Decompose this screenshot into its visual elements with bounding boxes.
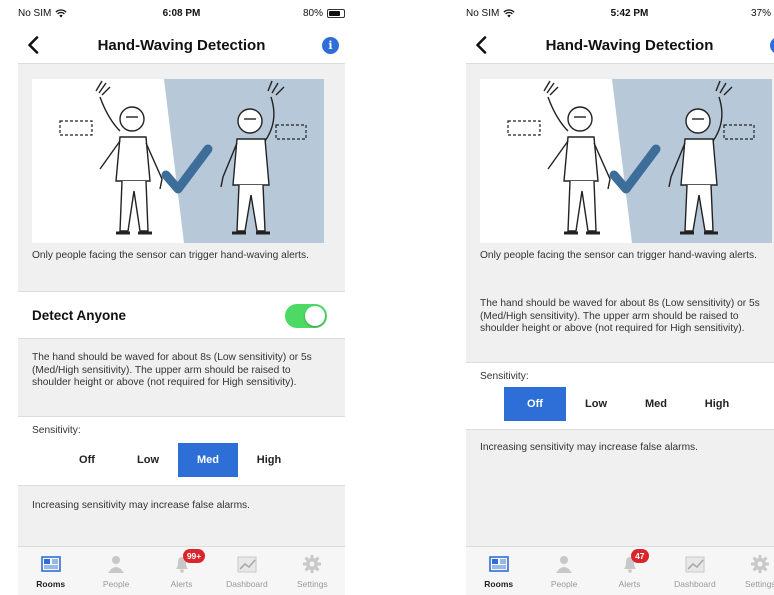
tab-label: Dashboard (674, 579, 716, 589)
sensitivity-section: Sensitivity: Off Low Med High (466, 363, 774, 429)
divider (18, 338, 345, 339)
navigation-bar: Hand-Waving Detection i (18, 27, 345, 63)
tab-alerts[interactable]: 47 Alerts (597, 547, 662, 595)
sensitivity-option-low[interactable]: Low (118, 443, 178, 477)
phone-screen-left: No SIM 6:08 PM 80% Hand-Waving Detection… (18, 0, 345, 595)
hand-wave-instructions: The hand should be waved for about 8s (L… (480, 298, 760, 334)
hand-waving-illustration (480, 79, 772, 243)
tab-alerts[interactable]: 99+ Alerts (149, 547, 214, 595)
chevron-left-icon (476, 36, 487, 54)
settings-content: Only people facing the sensor can trigge… (18, 63, 345, 546)
tab-dashboard[interactable]: Dashboard (662, 547, 727, 595)
chevron-left-icon (28, 36, 39, 54)
illustration-graphic (507, 79, 772, 243)
sensitivity-label: Sensitivity: (32, 425, 81, 436)
tab-rooms[interactable]: Rooms (466, 547, 531, 595)
hand-waving-illustration (32, 79, 324, 243)
tab-bar: Rooms People 99+ Alerts Dashboard Settin… (18, 546, 345, 595)
gear-icon (303, 555, 322, 573)
detect-anyone-row: Detect Anyone (18, 292, 345, 338)
back-button[interactable] (468, 31, 494, 59)
battery-icon (327, 9, 345, 18)
person-waving-left (95, 80, 163, 235)
tab-label: Alerts (618, 579, 641, 589)
sensitivity-option-off[interactable]: Off (504, 387, 566, 421)
tab-label: Rooms (36, 579, 66, 589)
tab-label: Dashboard (226, 579, 268, 589)
sensitivity-option-med[interactable]: Med (178, 443, 238, 477)
rooms-icon (40, 556, 61, 572)
clock: 6:08 PM (162, 8, 201, 19)
tab-people[interactable]: People (531, 547, 596, 595)
false-alarm-warning: Increasing sensitivity may increase fals… (480, 442, 698, 453)
settings-content: Only people facing the sensor can trigge… (466, 63, 774, 546)
tab-dashboard[interactable]: Dashboard (214, 547, 279, 595)
tab-label: Settings (744, 579, 774, 589)
sensitivity-option-off[interactable]: Off (56, 443, 118, 477)
sensitivity-option-high[interactable]: High (238, 443, 300, 477)
info-button[interactable]: i (322, 37, 339, 54)
tab-bar: Rooms People 47 Alerts Dashboard Setting… (466, 546, 774, 595)
tab-settings[interactable]: Settings (280, 547, 345, 595)
page-title: Hand-Waving Detection (545, 37, 714, 54)
chart-icon (237, 556, 257, 573)
status-bar: No SIM 6:08 PM 80% (18, 0, 345, 26)
tab-label: Rooms (484, 579, 514, 589)
rooms-icon (488, 556, 509, 572)
info-button[interactable]: i (770, 37, 774, 54)
clock: 5:42 PM (610, 8, 649, 19)
page-title: Hand-Waving Detection (97, 37, 266, 54)
back-button[interactable] (20, 31, 46, 59)
sensitivity-label: Sensitivity: (480, 371, 529, 382)
tab-label: Settings (296, 579, 328, 589)
tab-label: Alerts (170, 579, 193, 589)
intro-text: Only people facing the sensor can trigge… (32, 250, 309, 261)
gear-icon (751, 555, 770, 573)
illustration-graphic (59, 79, 324, 243)
phone-screen-right: No SIM 5:42 PM 37% Hand-Waving Detection… (466, 0, 774, 595)
sensitivity-section: Sensitivity: Off Low Med High (18, 417, 345, 485)
tab-label: People (550, 579, 578, 589)
tab-settings[interactable]: Settings (728, 547, 774, 595)
chart-icon (685, 556, 705, 573)
divider (466, 429, 774, 430)
status-bar: No SIM 5:42 PM 37% (466, 0, 774, 26)
hand-wave-instructions: The hand should be waved for about 8s (L… (32, 352, 312, 388)
person-icon (556, 556, 573, 573)
battery-percent: 37% (750, 8, 771, 19)
detect-anyone-toggle[interactable] (285, 304, 327, 328)
sensitivity-option-low[interactable]: Low (566, 387, 626, 421)
toggle-knob (305, 306, 325, 326)
person-waving-left (543, 80, 611, 235)
sensitivity-segmented-control: Off Low Med High (56, 443, 300, 477)
battery-level (329, 11, 341, 16)
intro-text: Only people facing the sensor can trigge… (480, 250, 757, 261)
navigation-bar: Hand-Waving Detection i (466, 27, 774, 63)
tab-people[interactable]: People (83, 547, 148, 595)
battery-percent: 80% (302, 8, 323, 19)
detect-anyone-label: Detect Anyone (32, 308, 127, 323)
alerts-badge: 47 (630, 549, 649, 563)
tab-label: People (102, 579, 130, 589)
sensitivity-option-high[interactable]: High (686, 387, 748, 421)
alerts-badge: 99+ (182, 549, 206, 563)
person-icon (108, 556, 125, 573)
divider (18, 485, 345, 486)
tab-rooms[interactable]: Rooms (18, 547, 83, 595)
sensitivity-segmented-control: Off Low Med High (504, 387, 748, 421)
false-alarm-warning: Increasing sensitivity may increase fals… (32, 500, 250, 511)
sensitivity-option-med[interactable]: Med (626, 387, 686, 421)
